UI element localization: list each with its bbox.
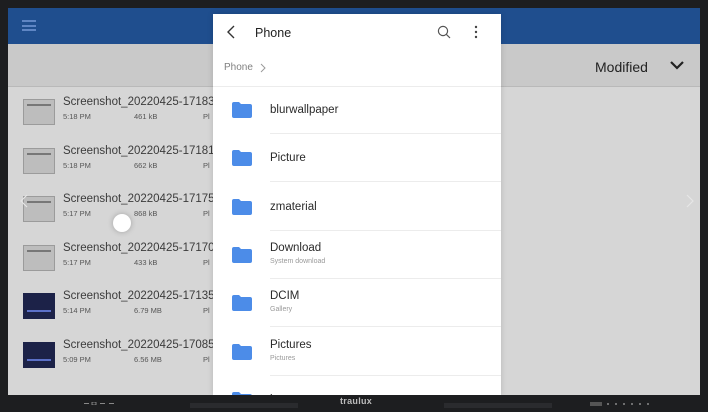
folder-icon [232,246,252,263]
breadcrumb: Phone [213,50,501,87]
folder-icon [232,150,252,167]
chevron-right-icon [260,63,266,73]
file-name: Screenshot_20220425-17170 [63,241,215,254]
picker-title: Phone [255,26,292,40]
folder-row[interactable]: Picture [213,134,501,183]
file-meta: 5:14 PM 6.79 MB Pl [63,306,210,315]
file-meta: 5:17 PM 433 kB Pl [63,257,210,267]
folder-row[interactable]: DCIM Gallery [213,279,501,328]
picker-header: Phone [213,14,501,50]
file-name: Screenshot_20220425-17135 [63,290,215,302]
bezel-buttons-icon [590,402,649,406]
file-path-prefix: Pl [203,257,210,267]
file-row[interactable]: Screenshot_20220425-17183 5:18 PM 461 kB Pl [8,87,218,135]
folder-picker-dialog: Phone Phone blurwallpaper Picture zmateria… [213,14,501,395]
file-size: 6.56 MB [134,354,162,364]
folder-icon [232,295,252,312]
screenshot-thumbnail [23,293,55,319]
folder-row[interactable]: zmaterial [213,183,501,231]
file-name: Screenshot_20220425-17175 [63,193,215,205]
file-row[interactable]: Screenshot_20220425-17085 5:09 PM 6.56 MB P… [8,330,218,378]
file-size: 461 kB [134,112,158,121]
folder-name: Download [270,241,322,254]
folder-subtitle: System download [270,257,326,265]
file-meta: 5:09 PM 6.56 MB Pl [63,354,210,364]
folder-icon [232,343,252,360]
file-row[interactable]: Screenshot_20220425-17135 5:14 PM 6.79 MB P… [8,281,218,329]
file-time: 5:09 PM [63,354,91,364]
file-path-prefix: Pl [203,160,210,170]
folder-subtitle: Gallery [270,306,293,314]
more-vertical-icon[interactable] [473,25,479,39]
folder-name: Picture [270,152,306,165]
file-time: 5:14 PM [63,306,91,315]
file-path-prefix: Pl [203,209,210,218]
file-size: 868 kB [134,209,158,218]
folder-name: Pictures [270,338,312,351]
folder-subtitle: Pictures [270,354,296,362]
file-size: 6.79 MB [134,306,162,315]
file-path-prefix: Pl [203,112,210,121]
folder-row[interactable]: log [213,376,501,395]
file-time: 5:17 PM [63,257,91,267]
chevron-right-icon [686,194,694,208]
folder-row[interactable]: Pictures Pictures [213,328,501,376]
file-name: Screenshot_20220425-17183 [63,96,215,108]
bezel-controls-icon [84,402,114,405]
file-time: 5:18 PM [63,112,91,121]
file-path-prefix: Pl [203,354,210,364]
screenshot-thumbnail [23,99,55,125]
chevron-left-icon [20,194,28,208]
file-row[interactable]: Screenshot_20220425-17170 5:17 PM 433 kB Pl [8,233,218,281]
menu-icon[interactable] [22,20,36,31]
file-meta: 5:18 PM 662 kB Pl [63,160,210,170]
folder-row[interactable]: Download System download [213,231,501,279]
search-icon[interactable] [437,25,451,39]
file-meta: 5:18 PM 461 kB Pl [63,112,210,121]
breadcrumb-item-phone[interactable]: Phone [224,62,253,73]
screenshot-thumbnail [23,341,55,368]
chevron-down-icon[interactable] [670,60,684,70]
folder-name: zmaterial [270,200,317,213]
folder-name: DCIM [270,290,300,303]
file-meta: 5:17 PM 868 kB Pl [63,209,210,218]
file-time: 5:17 PM [63,209,91,218]
file-size: 662 kB [134,160,158,170]
file-name: Screenshot_20220425-17085 [63,338,215,351]
file-path-prefix: Pl [203,306,210,315]
folder-icon [232,102,252,118]
sort-label[interactable]: Modified [595,59,648,75]
bezel-segment [190,403,298,408]
bezel-segment [444,403,552,408]
folder-icon [232,198,252,215]
back-icon[interactable] [226,25,236,39]
screenshot-thumbnail [23,147,55,174]
device-bezel: traulux [0,395,708,412]
tablet-screen: Modified Screenshot_20220425-17183 5:18 P… [8,8,700,395]
screenshot-thumbnail [23,244,55,271]
folder-row[interactable]: blurwallpaper [213,86,501,134]
file-time: 5:18 PM [63,160,91,170]
file-row[interactable]: Screenshot_20220425-17181 5:18 PM 662 kB Pl [8,136,218,184]
folder-name: blurwallpaper [270,104,339,116]
touch-indicator [113,214,131,232]
brand-logo: traulux [340,396,373,406]
file-size: 433 kB [134,257,158,267]
file-name: Screenshot_20220425-17181 [63,144,215,157]
